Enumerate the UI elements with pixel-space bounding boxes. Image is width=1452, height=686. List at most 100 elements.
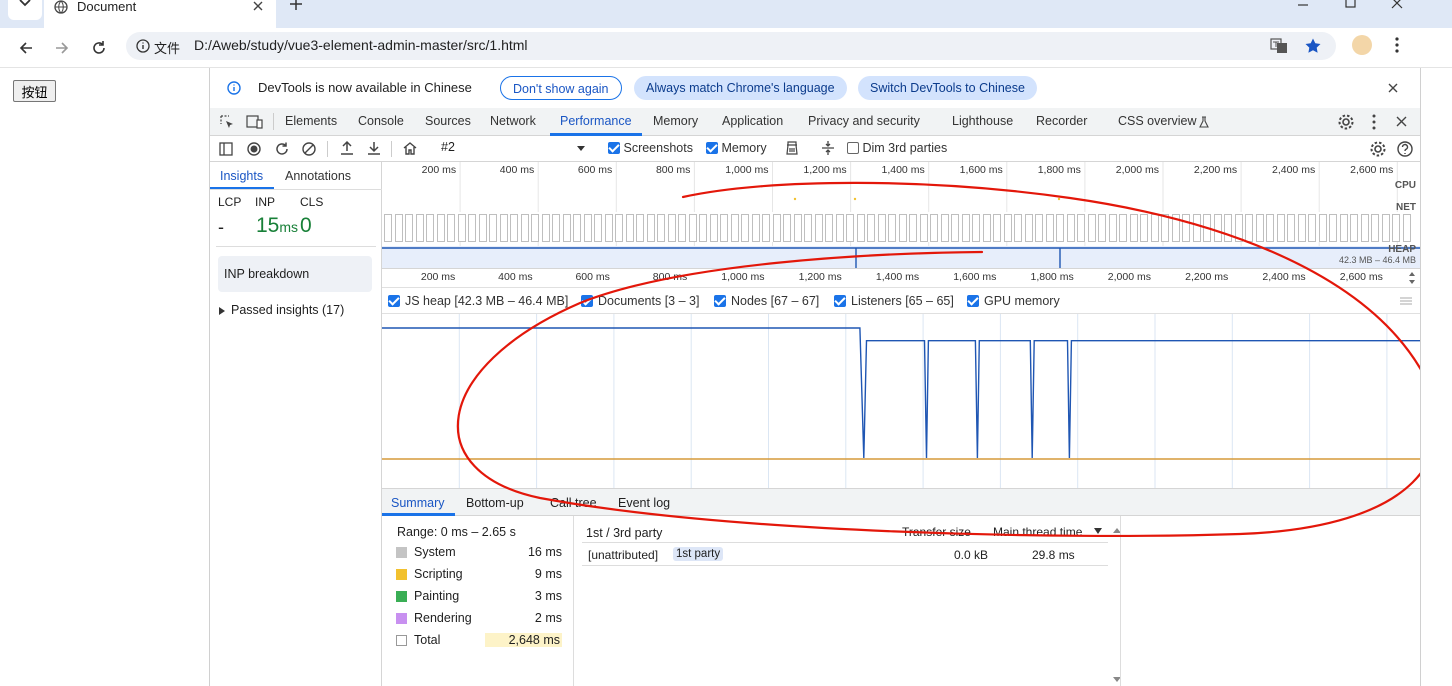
legend-listeners[interactable]: Listeners [65 – 65]	[828, 289, 961, 313]
tab-event-log[interactable]: Event log	[618, 496, 670, 510]
legend-gpu-memory[interactable]: GPU memory	[961, 289, 1067, 313]
capture-settings-gear-icon[interactable]	[1369, 140, 1387, 158]
screenshot-frame	[447, 214, 455, 242]
checkbox-checked-icon[interactable]	[388, 295, 400, 307]
expand-triangle-icon[interactable]	[218, 306, 226, 316]
switch-to-chinese-button[interactable]: Switch DevTools to Chinese	[858, 76, 1037, 100]
checkbox-checked-icon[interactable]	[608, 142, 620, 154]
tab-elements[interactable]: Elements	[285, 108, 337, 135]
tab-css-overview[interactable]: CSS overview	[1118, 108, 1197, 135]
legend-listeners-label: Listeners [65 – 65]	[851, 294, 954, 308]
always-match-language-button[interactable]: Always match Chrome's language	[634, 76, 847, 100]
recording-select[interactable]: #2	[432, 138, 592, 159]
legend-nodes[interactable]: Nodes [67 – 67]	[708, 289, 828, 313]
memory-chart[interactable]	[382, 314, 1420, 488]
close-devtools-icon[interactable]	[1396, 116, 1407, 127]
dont-show-again-button[interactable]: Don't show again	[500, 76, 622, 100]
checkbox-checked-icon[interactable]	[714, 295, 726, 307]
legend-js-heap[interactable]: JS heap [42.3 MB – 46.4 MB]	[382, 289, 575, 313]
tab-bottom-up[interactable]: Bottom-up	[466, 496, 524, 510]
home-icon[interactable]	[402, 140, 418, 156]
checkbox-unchecked-icon[interactable]	[847, 142, 859, 154]
settings-gear-icon[interactable]	[1337, 113, 1355, 131]
close-icon[interactable]	[252, 0, 264, 12]
checkbox-checked-icon[interactable]	[581, 295, 593, 307]
bookmark-star-icon[interactable]	[1304, 37, 1322, 55]
browser-tab[interactable]: Document	[44, 0, 276, 28]
reload-icon[interactable]	[90, 39, 108, 57]
timeline-overview[interactable]: 200 ms 400 ms 600 ms 800 ms 1,000 ms 1,200 ms…	[382, 162, 1420, 268]
screenshot-frame	[678, 214, 686, 242]
transfer-size-header[interactable]: Transfer size	[902, 525, 971, 539]
js-heap-series-line	[382, 327, 1420, 459]
checkbox-checked-icon[interactable]	[967, 295, 979, 307]
drag-handle-icon[interactable]	[1400, 297, 1412, 305]
page-button[interactable]: 按钮	[13, 80, 56, 102]
screenshots-checkbox[interactable]: Screenshots	[608, 141, 693, 155]
kebab-menu-icon[interactable]	[1392, 36, 1402, 54]
tab-lighthouse[interactable]: Lighthouse	[952, 108, 1013, 135]
reload-record-icon[interactable]	[274, 141, 290, 157]
screenshot-frame	[751, 214, 760, 242]
collapse-tracks-icon[interactable]	[820, 140, 836, 156]
dim-3rd-parties-checkbox[interactable]: Dim 3rd parties	[847, 141, 947, 155]
devtools-tab-bar: Elements Console Sources Network Perform…	[210, 108, 1420, 136]
profile-avatar[interactable]	[1352, 35, 1372, 55]
download-icon[interactable]	[366, 140, 382, 156]
checkbox-checked-icon[interactable]	[706, 142, 718, 154]
url-bar[interactable]: 文件 D:/Aweb/study/vue3-element-admin-mast…	[126, 32, 1336, 60]
new-tab-icon[interactable]	[288, 0, 304, 12]
screenshot-frame	[1297, 214, 1306, 242]
screenshot-frame	[510, 214, 518, 242]
screenshot-frame	[930, 214, 938, 242]
main-thread-time-header[interactable]: Main thread time	[993, 525, 1082, 539]
tab-sources[interactable]: Sources	[425, 108, 471, 135]
inp-unit: ms	[279, 219, 299, 235]
screenshot-frame	[1371, 214, 1379, 242]
toggle-sidebar-icon[interactable]	[219, 142, 233, 156]
back-arrow-icon[interactable]	[18, 40, 34, 56]
help-icon[interactable]	[1396, 140, 1414, 158]
upload-icon[interactable]	[339, 140, 355, 156]
tab-recorder[interactable]: Recorder	[1036, 108, 1087, 135]
tab-call-tree[interactable]: Call tree	[550, 496, 597, 510]
tab-summary[interactable]: Summary	[391, 496, 444, 510]
memory-checkbox[interactable]: Memory	[706, 141, 767, 155]
screenshot-frame	[972, 214, 980, 242]
minimize-icon[interactable]	[1296, 0, 1310, 10]
legend-documents[interactable]: Documents [3 – 3]	[575, 289, 708, 313]
tab-console[interactable]: Console	[358, 108, 404, 135]
unattributed-entity[interactable]: [unattributed]	[588, 548, 658, 562]
tab-performance[interactable]: Performance	[560, 108, 632, 135]
inp-breakdown-card[interactable]: INP breakdown	[218, 256, 372, 292]
url-text[interactable]: D:/Aweb/study/vue3-element-admin-master/…	[194, 37, 528, 53]
translate-icon[interactable]	[1270, 38, 1288, 54]
time-tick-label: 1,600 ms	[959, 164, 1003, 176]
garbage-collect-icon[interactable]	[784, 140, 800, 156]
scroll-arrows-icon[interactable]	[1408, 271, 1416, 285]
time-tick-label: 2,600 ms	[1339, 271, 1383, 283]
tab-network[interactable]: Network	[490, 108, 536, 135]
screenshot-frame	[405, 214, 413, 242]
forward-arrow-icon[interactable]	[54, 40, 70, 56]
legend-nodes-label: Nodes [67 – 67]	[731, 294, 820, 308]
tab-memory[interactable]: Memory	[653, 108, 698, 135]
more-options-icon[interactable]	[1370, 113, 1378, 131]
tab-annotations[interactable]: Annotations	[285, 169, 351, 183]
checkbox-checked-icon[interactable]	[834, 295, 846, 307]
screenshot-frame	[415, 214, 424, 242]
window-close-icon[interactable]	[1390, 0, 1404, 10]
legend-js-heap-label: JS heap [42.3 MB – 46.4 MB]	[405, 294, 569, 308]
clear-icon[interactable]	[301, 141, 317, 157]
tab-search-button[interactable]	[8, 0, 42, 20]
passed-insights[interactable]: Passed insights (17)	[231, 303, 344, 317]
info-icon[interactable]	[136, 39, 150, 53]
record-icon[interactable]	[246, 141, 262, 157]
time-tick-label: 800 ms	[655, 164, 691, 176]
tab-insights[interactable]: Insights	[220, 169, 263, 183]
screenshot-frame	[741, 214, 749, 242]
maximize-icon[interactable]	[1344, 0, 1358, 10]
tab-privacy-security[interactable]: Privacy and security	[808, 108, 920, 135]
close-infobar-icon[interactable]	[1388, 83, 1398, 93]
tab-application[interactable]: Application	[722, 108, 783, 135]
